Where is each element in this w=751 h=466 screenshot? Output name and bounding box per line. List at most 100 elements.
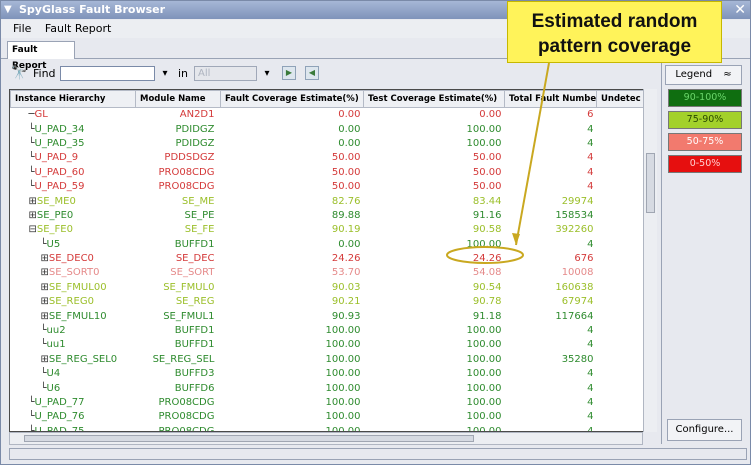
table-row[interactable]: ⊞SE_REG_SEL0 SE_REG_SEL 100.00 100.00 35280 [11,352,645,366]
tree-connector-icon[interactable]: ⊞ [41,354,49,365]
table-row[interactable]: └U4 BUFFD3 100.00 100.00 4 [11,367,645,381]
tree-connector-icon[interactable]: ⊞ [41,311,49,322]
test-coverage-cell: 100.00 [466,368,502,380]
test-coverage-cell: 90.58 [472,224,502,236]
table-row[interactable]: ⊟SE_FE0 SE_FE 90.19 90.58 392260 [11,223,645,237]
instance-cell: ⊞SE_PE0 [11,208,136,222]
tree-connector-icon[interactable]: ⊞ [29,210,37,221]
find-previous-icon[interactable]: ◀ [305,66,319,80]
table-row[interactable]: └U_PAD_75 PRO08CDG 100.00 100.00 4 [11,424,645,432]
instance-name: SE_REG_SEL0 [48,353,118,365]
undetected-cell [597,381,645,395]
binoculars-icon[interactable]: 🔭 [11,66,27,81]
col-total-fault-number[interactable]: Total Fault Number [504,90,597,108]
instance-cell: ⊞SE_FMUL00 [11,280,136,294]
total-fault-cell: 67974 [561,296,594,308]
undetected-cell [597,367,645,381]
scope-select[interactable]: All [194,66,257,81]
test-coverage-cell: 100.00 [466,339,502,351]
total-fault-cell: 35280 [561,353,594,365]
table-row[interactable]: ─GL AN2D1 0.00 0.00 6 [11,108,645,122]
module-cell: SE_REG [175,296,215,308]
tree-connector-icon[interactable]: ⊞ [41,296,49,307]
find-next-icon[interactable]: ▶ [282,66,296,80]
table-row[interactable]: └U_PAD_34 PDIDGZ 0.00 100.00 4 [11,122,645,136]
tree-connector-icon[interactable]: ⊞ [29,196,37,207]
tree-connector-icon[interactable]: ⊟ [29,224,37,235]
table-row[interactable]: ⊞SE_SORT0 SE_SORT 53.70 54.08 10008 [11,266,645,280]
table-row[interactable]: └U_PAD_9 PDDSDGZ 50.00 50.00 4 [11,151,645,165]
table-row[interactable]: ⊞SE_ME0 SE_ME 82.76 83.44 29974 [11,194,645,208]
menu-file[interactable]: File [13,22,31,35]
fault-coverage-cell: 100.00 [325,325,361,337]
col-test-coverage[interactable]: Test Coverage Estimate(%) [363,90,505,108]
window-menu-icon[interactable]: ▼ [4,4,15,15]
test-coverage-cell: 24.26 [472,253,502,265]
test-coverage-cell: 100.00 [466,425,502,432]
test-coverage-cell: 90.78 [472,296,502,308]
col-instance-hierarchy[interactable]: Instance Hierarchy [10,90,136,108]
col-module-name[interactable]: Module Name [135,90,221,108]
table-row[interactable]: └U_PAD_77 PRO08CDG 100.00 100.00 4 [11,395,645,409]
fault-coverage-cell: 0.00 [338,109,361,121]
table-row[interactable]: └U_PAD_35 PDIDGZ 0.00 100.00 4 [11,136,645,150]
module-cell: BUFFD3 [174,368,215,380]
fault-coverage-cell: 90.93 [331,310,361,322]
tree-connector-icon[interactable]: ⊞ [41,253,49,264]
table-row[interactable]: └uu2 BUFFD1 100.00 100.00 4 [11,323,645,337]
table-row[interactable]: ⊞SE_FMUL00 SE_FMUL0 90.03 90.54 160638 [11,280,645,294]
col-undetected[interactable]: Undetec [596,90,645,108]
find-input[interactable] [60,66,155,81]
test-coverage-cell: 100.00 [466,325,502,337]
menu-fault-report[interactable]: Fault Report [45,22,111,35]
horizontal-scrollbar[interactable] [9,432,643,445]
col-fault-coverage[interactable]: Fault Coverage Estimate(%) [220,90,364,108]
module-cell: PRO08CDG [158,425,215,432]
table-row[interactable]: └U_PAD_59 PRO08CDG 50.00 50.00 4 [11,179,645,193]
configure-button[interactable]: Configure... [667,419,742,441]
table-row[interactable]: └U_PAD_76 PRO08CDG 100.00 100.00 4 [11,410,645,424]
undetected-cell [597,338,645,352]
scope-dropdown-icon[interactable]: ▾ [261,67,273,80]
annotation-callout: Estimated random pattern coverage [507,1,722,63]
total-fault-cell: 4 [587,397,594,408]
table-row[interactable]: ⊞SE_DEC0 SE_DEC 24.26 24.26 676 [11,251,645,265]
instance-name: U_PAD_76 [34,411,85,423]
legend-toggle-button[interactable]: Legend ≈ [665,65,742,85]
module-cell: BUFFD1 [174,325,215,337]
instance-cell: └U6 [11,381,136,395]
tab-fault-report[interactable]: Fault Report [7,41,75,71]
close-icon[interactable]: ✕ [734,1,746,19]
instance-cell: └U_PAD_59 [11,179,136,193]
test-coverage-cell: 100.00 [466,353,502,365]
table-row[interactable]: └U_PAD_60 PRO08CDG 50.00 50.00 4 [11,165,645,179]
table-row[interactable]: ⊞SE_REG0 SE_REG 90.21 90.78 67974 [11,295,645,309]
fault-coverage-cell: 82.76 [331,195,361,207]
table-row[interactable]: └U6 BUFFD6 100.00 100.00 4 [11,381,645,395]
instance-cell: ⊞SE_REG_SEL0 [11,352,136,366]
instance-name: SE_FE0 [36,224,73,236]
instance-cell: ⊞SE_REG0 [11,295,136,309]
tree-connector-icon[interactable]: ⊞ [41,267,49,278]
find-history-dropdown-icon[interactable]: ▾ [159,67,171,80]
instance-cell: └U_PAD_77 [11,395,136,409]
fault-coverage-cell: 53.70 [331,267,361,279]
instance-cell: └U_PAD_9 [11,151,136,165]
horizontal-scroll-thumb[interactable] [24,435,474,442]
table-row[interactable]: ⊞SE_FMUL10 SE_FMUL1 90.93 91.18 117664 [11,309,645,323]
vertical-scrollbar[interactable] [643,89,657,432]
instance-name: SE_SORT0 [48,267,100,279]
table-row[interactable]: ⊞SE_PE0 SE_PE 89.88 91.16 158534 [11,208,645,222]
fault-coverage-cell: 50.00 [331,181,361,193]
total-fault-cell: 160638 [555,281,594,293]
module-cell: PDIDGZ [175,123,215,135]
test-coverage-cell: 54.08 [472,267,502,279]
table-row[interactable]: └uu1 BUFFD1 100.00 100.00 4 [11,338,645,352]
vertical-scroll-thumb[interactable] [646,153,655,213]
total-fault-cell: 676 [574,253,594,265]
module-cell: PRO08CDG [158,397,215,408]
legend-item: 0-50% [668,155,742,173]
fault-browser-window: ▼ SpyGlass Fault Browser ✕ File Fault Re… [0,0,751,465]
table-row[interactable]: └U5 BUFFD1 0.00 100.00 4 [11,237,645,251]
tree-connector-icon[interactable]: ⊞ [41,282,49,293]
